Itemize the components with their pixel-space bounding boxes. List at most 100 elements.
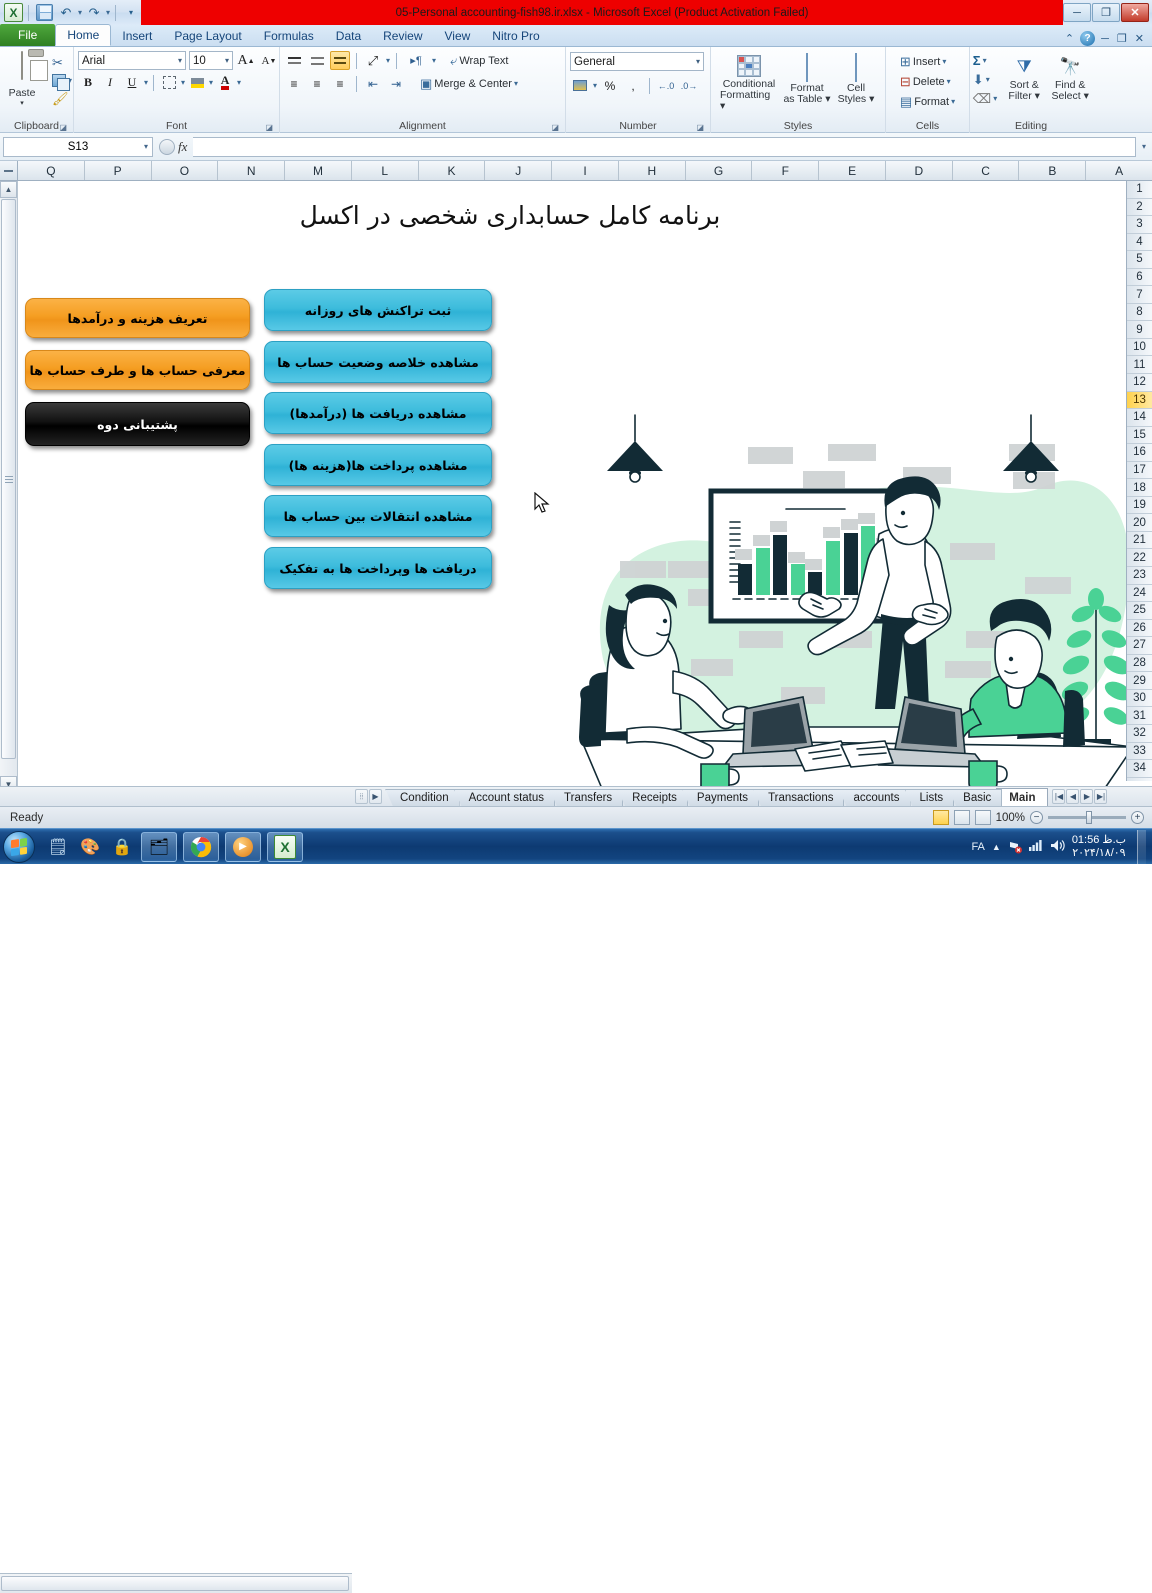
view-receipts-income-button[interactable]: مشاهده دریافت ها (درآمدها) [264, 392, 492, 434]
align-bottom-button[interactable] [330, 51, 350, 70]
number-dialog-launcher[interactable]: ◪ [696, 123, 704, 132]
tab-page-layout[interactable]: Page Layout [163, 25, 252, 46]
sheet-canvas[interactable]: برنامه کامل حسابداری شخصی در اکسل تعریف … [18, 181, 1126, 793]
font-dialog-launcher[interactable]: ◪ [265, 123, 273, 132]
chevron-down-icon[interactable]: ▾ [225, 56, 229, 65]
row-header-22[interactable]: 22 [1127, 549, 1152, 568]
row-header-21[interactable]: 21 [1127, 532, 1152, 550]
column-header-J[interactable]: J [485, 161, 553, 180]
column-header-K[interactable]: K [419, 161, 486, 180]
sheet-tab-payments[interactable]: Payments [681, 788, 760, 807]
align-top-button[interactable] [284, 51, 304, 70]
column-header-D[interactable]: D [886, 161, 953, 180]
cut-button[interactable]: ✂ [49, 54, 75, 71]
column-header-A[interactable]: A [1086, 161, 1152, 180]
language-indicator[interactable]: FA [971, 841, 984, 853]
currency-dropdown-icon[interactable]: ▾ [593, 81, 597, 90]
redo-button[interactable]: ↷ [84, 3, 104, 23]
row-header-16[interactable]: 16 [1127, 444, 1152, 462]
row-header-33[interactable]: 33 [1127, 743, 1152, 761]
insert-cells-button[interactable]: ⊞ Insert ▾ [897, 53, 949, 70]
tab-nitro-pro[interactable]: Nitro Pro [481, 25, 550, 46]
window-controls[interactable]: ─ ❐ ✕ [1063, 3, 1152, 22]
quick-access-toolbar[interactable]: X ↶ ▾ ↷ ▾ ▾ [0, 0, 141, 25]
column-header-B[interactable]: B [1019, 161, 1087, 180]
row-header-32[interactable]: 32 [1127, 725, 1152, 743]
page-layout-view-button[interactable] [953, 810, 970, 825]
sheet-tab-accounts[interactable]: accounts [838, 788, 911, 807]
row-header-5[interactable]: 5 [1127, 251, 1152, 269]
row-header-25[interactable]: 25 [1127, 602, 1152, 620]
row-header-23[interactable]: 23 [1127, 567, 1152, 585]
vertical-scroll-thumb[interactable] [1, 199, 16, 759]
wrap-text-button[interactable]: ⤶ Wrap Text [447, 52, 511, 69]
view-transfers-button[interactable]: مشاهده انتقالات بین حساب ها [264, 495, 492, 537]
underline-dropdown-icon[interactable]: ▾ [144, 78, 148, 87]
restore-button[interactable]: ❐ [1092, 3, 1120, 22]
paste-button[interactable]: Paste ▾ [0, 51, 46, 107]
ribbon-restore-icon[interactable]: ❐ [1115, 32, 1129, 45]
row-header-13[interactable]: 13 [1127, 391, 1152, 410]
increase-indent-button[interactable]: ⇥ [386, 74, 406, 93]
help-icon[interactable]: ? [1080, 31, 1096, 46]
row-header-10[interactable]: 10 [1127, 339, 1152, 357]
column-header-G[interactable]: G [686, 161, 753, 180]
align-middle-button[interactable] [307, 51, 327, 70]
tab-data[interactable]: Data [325, 25, 372, 46]
row-header-4[interactable]: 4 [1127, 234, 1152, 252]
zoom-out-button[interactable]: − [1030, 811, 1043, 824]
paste-dropdown-icon[interactable]: ▾ [20, 99, 24, 107]
text-direction-dropdown-icon[interactable]: ▾ [432, 56, 436, 65]
name-box-dropdown-icon[interactable]: ▾ [144, 142, 148, 151]
define-expense-income-button[interactable]: تعریف هزینه و درآمدها [25, 298, 250, 338]
fill-color-button[interactable] [187, 73, 207, 92]
select-all-corner[interactable] [0, 161, 18, 181]
font-family-select[interactable]: Arial ▾ [78, 51, 186, 70]
customize-qat-icon[interactable]: ▾ [121, 3, 141, 23]
delete-cells-button[interactable]: ⊟ Delete ▾ [897, 73, 954, 90]
volume-icon[interactable] [1050, 839, 1065, 855]
column-header-E[interactable]: E [819, 161, 886, 180]
sort-filter-button[interactable]: ⧩ Sort & Filter ▾ [1003, 52, 1045, 102]
column-header-F[interactable]: F [752, 161, 820, 180]
orientation-dropdown-icon[interactable]: ▾ [386, 56, 390, 65]
sheet-tab-basic[interactable]: Basic [948, 788, 1003, 807]
clock[interactable]: 01:56 ب.ظ ۲۰۲۴/۱۸/۰۹ [1072, 834, 1126, 860]
sheet-tab-transactions[interactable]: Transactions [753, 788, 845, 807]
conditional-formatting-button[interactable]: Conditional Formatting ▾ [720, 53, 778, 112]
row-header-11[interactable]: 11 [1127, 356, 1152, 375]
column-header-N[interactable]: N [218, 161, 286, 180]
undo-button[interactable]: ↶ [56, 3, 76, 23]
sheet-tab-main[interactable]: Main [996, 787, 1049, 807]
row-header-30[interactable]: 30 [1127, 690, 1152, 708]
font-color-dropdown-icon[interactable]: ▾ [237, 78, 241, 87]
row-header-24[interactable]: 24 [1127, 585, 1152, 603]
column-header-H[interactable]: H [619, 161, 686, 180]
find-select-button[interactable]: 🔭 Find & Select ▾ [1048, 52, 1092, 102]
row-header-12[interactable]: 12 [1127, 374, 1152, 392]
signal-icon[interactable] [1028, 839, 1043, 854]
record-daily-transactions-button[interactable]: ثبت تراکنش های روزانه [264, 289, 492, 331]
chevron-down-icon[interactable]: ▾ [696, 57, 700, 66]
tab-file[interactable]: File [0, 24, 56, 46]
google-chrome-icon[interactable] [183, 831, 219, 862]
close-button[interactable]: ✕ [1121, 3, 1149, 22]
row-header-29[interactable]: 29 [1127, 672, 1152, 690]
sheet-tabs[interactable]: Condition Account status Transfers Receipts… [385, 787, 1049, 807]
clipboard-dialog-launcher[interactable]: ◪ [59, 123, 67, 132]
network-icon[interactable] [1008, 840, 1022, 854]
shrink-font-button[interactable]: A ▼ [259, 51, 279, 70]
status-right[interactable]: 100% − + [932, 810, 1152, 825]
insert-function-icon[interactable]: fx [178, 139, 187, 155]
collapse-ribbon-icon[interactable]: ⌃ [1063, 32, 1076, 45]
align-right-button[interactable]: ≡ [330, 74, 350, 93]
ribbon-window-controls[interactable]: ⌃ ? ─ ❐ ✕ [1063, 31, 1152, 46]
excel-logo-icon[interactable]: X [4, 3, 23, 22]
paint-apps-icon[interactable]: 🎨 [77, 834, 103, 860]
sheet-tab-receipts[interactable]: Receipts [617, 788, 688, 807]
receipts-payments-breakdown-button[interactable]: دریافت ها وپرداخت ها به تفکیک [264, 547, 492, 589]
cancel-formula-icon[interactable] [159, 138, 175, 155]
row-header-1[interactable]: 1 [1127, 181, 1152, 199]
font-size-select[interactable]: 10 ▾ [189, 51, 233, 70]
grow-font-button[interactable]: A ▲ [236, 51, 256, 70]
